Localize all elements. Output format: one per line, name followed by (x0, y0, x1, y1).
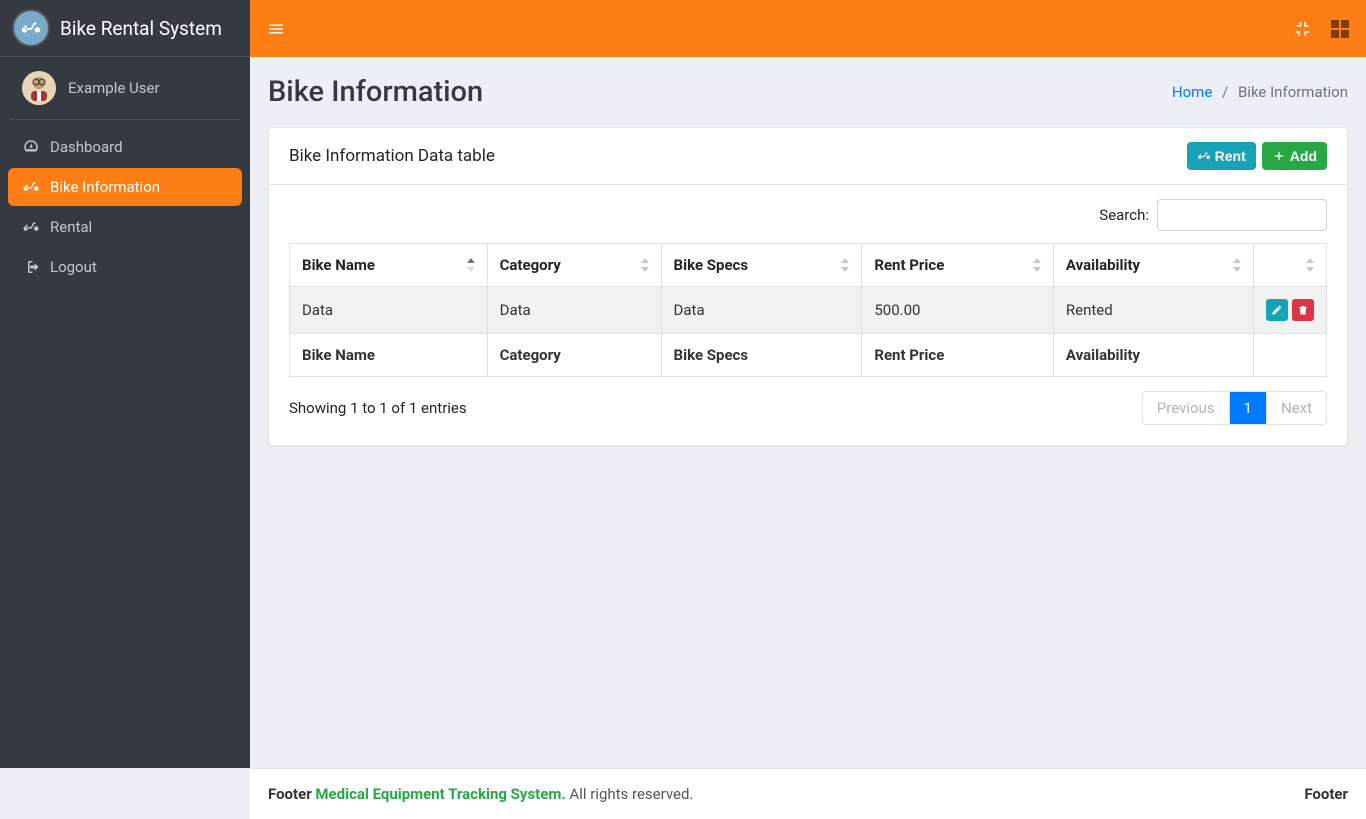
pagination-previous[interactable]: Previous (1143, 392, 1229, 424)
card-header: Bike Information Data table Rent Add (269, 128, 1347, 185)
cell-bike-specs: Data (661, 287, 862, 334)
footer-right: Footer (1304, 785, 1348, 803)
brand-title: Bike Rental System (60, 17, 222, 40)
user-panel[interactable]: Example User (10, 57, 240, 120)
card-title: Bike Information Data table (289, 146, 495, 166)
footer-prefix: Footer (268, 785, 315, 803)
topbar (250, 0, 1366, 57)
edit-button[interactable] (1266, 299, 1288, 321)
sidebar-item-label: Logout (50, 258, 97, 276)
apps-grid-icon[interactable] (1330, 19, 1350, 39)
cell-bike-name: Data (290, 287, 488, 334)
pagination-next[interactable]: Next (1266, 392, 1326, 424)
cell-actions (1254, 287, 1327, 334)
footer: Footer Medical Equipment Tracking System… (250, 768, 1366, 819)
pagination-page-1[interactable]: 1 (1229, 392, 1266, 424)
cell-rent-price: 500.00 (862, 287, 1054, 334)
motorcycle-icon (1197, 149, 1211, 163)
data-table: Bike Name Category Bike Specs (289, 243, 1327, 377)
col-bike-specs[interactable]: Bike Specs (661, 244, 862, 287)
search-input[interactable] (1157, 199, 1327, 231)
fcol-availability: Availability (1053, 334, 1253, 377)
col-rent-price[interactable]: Rent Price (862, 244, 1054, 287)
sort-icon (839, 258, 851, 272)
sidebar-item-label: Dashboard (50, 138, 123, 156)
footer-link[interactable]: Medical Equipment Tracking System. (315, 785, 565, 803)
sidebar-item-logout[interactable]: Logout (8, 248, 242, 286)
delete-button[interactable] (1292, 299, 1314, 321)
sort-icon (1031, 258, 1043, 272)
col-bike-name[interactable]: Bike Name (290, 244, 488, 287)
motorcycle-icon (22, 178, 40, 196)
sign-out-icon (22, 258, 40, 276)
card-body: Search: Bike Name Category (269, 185, 1347, 445)
col-availability[interactable]: Availability (1053, 244, 1253, 287)
col-category[interactable]: Category (487, 244, 661, 287)
sidebar: Bike Rental System Example User Dashboar… (0, 0, 250, 768)
breadcrumb-sep: / (1216, 83, 1234, 101)
breadcrumb-current: Bike Information (1238, 83, 1348, 101)
table-footer: Showing 1 to 1 of 1 entries Previous 1 N… (289, 391, 1327, 425)
fcol-rent-price: Rent Price (862, 334, 1054, 377)
fcol-bike-specs: Bike Specs (661, 334, 862, 377)
rent-button[interactable]: Rent (1187, 142, 1256, 170)
fcol-category: Category (487, 334, 661, 377)
search-label: Search: (1099, 206, 1149, 224)
footer-left: Footer Medical Equipment Tracking System… (268, 785, 693, 803)
brand-logo-icon (14, 11, 48, 45)
add-button[interactable]: Add (1262, 142, 1327, 170)
avatar (22, 71, 56, 105)
sidebar-item-label: Rental (50, 218, 92, 236)
sidebar-item-dashboard[interactable]: Dashboard (8, 128, 242, 166)
sort-icon (1304, 258, 1316, 272)
col-actions[interactable] (1254, 244, 1327, 287)
fcol-actions (1254, 334, 1327, 377)
menu-toggle-icon[interactable] (266, 19, 286, 39)
cell-availability: Rented (1053, 287, 1253, 334)
plus-icon (1272, 149, 1286, 163)
main: Bike Information Home / Bike Information… (250, 0, 1366, 768)
search-row: Search: (289, 199, 1327, 231)
rent-button-label: Rent (1215, 148, 1246, 164)
fcol-bike-name: Bike Name (290, 334, 488, 377)
fullscreen-collapse-icon[interactable] (1292, 19, 1312, 39)
sort-icon (1231, 258, 1243, 272)
sort-icon (639, 258, 651, 272)
card: Bike Information Data table Rent Add Sea… (268, 127, 1348, 446)
add-button-label: Add (1290, 148, 1317, 164)
motorcycle-icon (22, 218, 40, 236)
content-header: Bike Information Home / Bike Information (250, 57, 1366, 115)
footer-rights: All rights reserved. (569, 785, 693, 803)
brand[interactable]: Bike Rental System (0, 0, 250, 57)
card-actions: Rent Add (1187, 142, 1327, 170)
tachometer-icon (22, 138, 40, 156)
cell-category: Data (487, 287, 661, 334)
table-header-row: Bike Name Category Bike Specs (290, 244, 1327, 287)
page-title: Bike Information (268, 75, 483, 109)
sidebar-item-bike-information[interactable]: Bike Information (8, 168, 242, 206)
nav: Dashboard Bike Information Rental Logout (0, 120, 250, 294)
table-info: Showing 1 to 1 of 1 entries (289, 399, 467, 417)
table-footer-row: Bike Name Category Bike Specs Rent Price… (290, 334, 1327, 377)
pencil-icon (1271, 304, 1283, 316)
trash-icon (1297, 304, 1309, 316)
sort-asc-icon (465, 258, 477, 272)
sidebar-item-rental[interactable]: Rental (8, 208, 242, 246)
content: Bike Information Data table Rent Add Sea… (250, 115, 1366, 768)
table-row: Data Data Data 500.00 Rented (290, 287, 1327, 334)
sidebar-item-label: Bike Information (50, 178, 160, 196)
user-name: Example User (68, 79, 160, 97)
breadcrumb: Home / Bike Information (1172, 83, 1348, 101)
pagination: Previous 1 Next (1142, 391, 1327, 425)
breadcrumb-home[interactable]: Home (1172, 83, 1212, 101)
